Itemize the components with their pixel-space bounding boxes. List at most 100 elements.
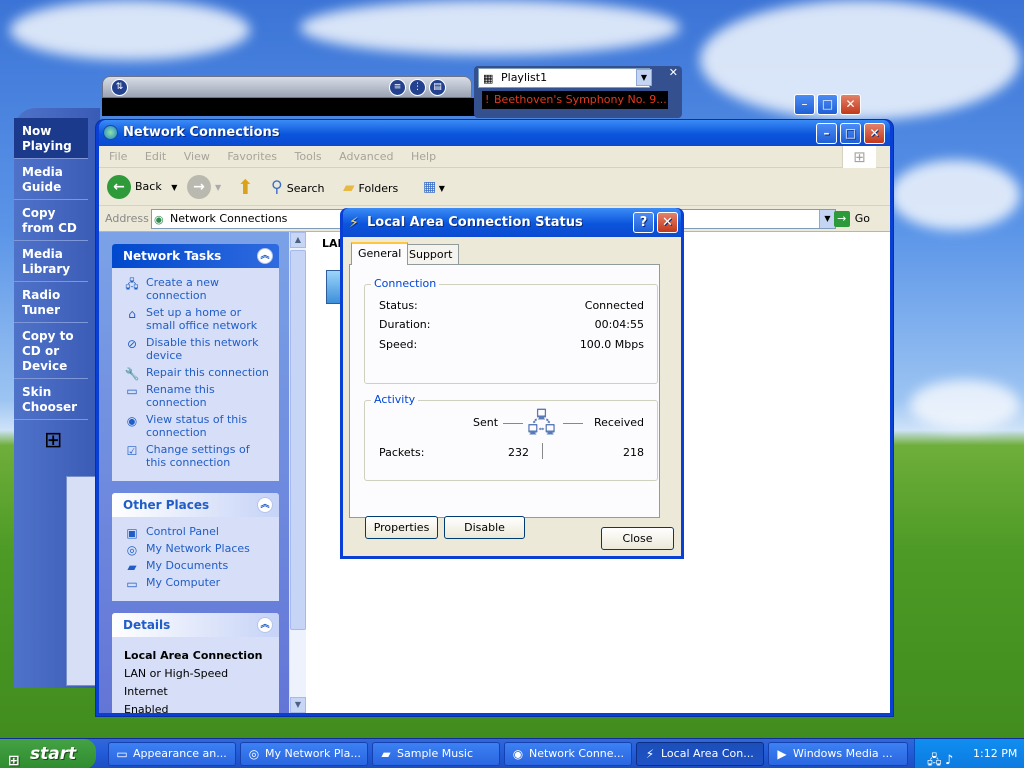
properties-button[interactable]: Properties — [365, 516, 438, 539]
task-network-connections[interactable]: ◉ Network Conne... — [504, 742, 632, 766]
maximize-icon[interactable]: □ — [817, 94, 838, 115]
nav-copy-to-cd[interactable]: Copy to CD or Device — [14, 323, 88, 379]
place-label: My Network Places — [146, 542, 250, 555]
task-change-settings[interactable]: ☑ Change settings of this connection — [124, 443, 273, 469]
network-tasks-header[interactable]: Network Tasks ︽ — [112, 244, 279, 268]
menu-tools[interactable]: Tools — [295, 146, 322, 168]
task-label: Appearance an... — [133, 747, 227, 760]
vertical-scrollbar[interactable]: ▲ ▼ — [289, 232, 306, 713]
menu-edit[interactable]: Edit — [145, 146, 166, 168]
back-arrow-icon: ← — [107, 175, 131, 199]
status-label: Status: — [379, 299, 418, 312]
system-tray: 🖧 ♪ 1:12 PM — [914, 739, 1024, 768]
collapse-icon[interactable]: ︽ — [257, 497, 273, 513]
network-tray-icon[interactable]: 🖧 — [927, 746, 942, 768]
address-dropdown-icon[interactable]: ▼ — [819, 210, 835, 228]
task-local-area-connection[interactable]: ⚡ Local Area Con... — [636, 742, 764, 766]
media-player-icon: ▶ — [777, 747, 787, 761]
network-places-icon: ◎ — [126, 543, 138, 557]
close-button[interactable]: Close — [601, 527, 674, 550]
place-my-network-places[interactable]: ◎ My Network Places — [124, 542, 273, 557]
dropdown-arrow-icon[interactable]: ▼ — [171, 183, 177, 192]
help-icon[interactable]: ? — [633, 212, 654, 233]
minimize-icon[interactable]: – — [794, 94, 815, 115]
nav-radio-tuner[interactable]: Radio Tuner — [14, 282, 88, 323]
playlist-track[interactable]: ! Beethoven's Symphony No. 9... — [482, 91, 668, 109]
close-icon[interactable]: ✕ — [864, 123, 885, 144]
menu-favorites[interactable]: Favorites — [227, 146, 277, 168]
forward-button[interactable]: → ▼ — [187, 174, 221, 200]
up-button[interactable]: ⬆ — [237, 174, 254, 200]
task-view-status[interactable]: ◉ View status of this connection — [124, 413, 273, 439]
tab-general[interactable]: General — [351, 242, 409, 265]
playlist-close-icon[interactable]: ✕ — [669, 66, 678, 79]
media-player-display — [102, 98, 482, 116]
nav-media-guide[interactable]: Media Guide — [14, 159, 88, 200]
details-header[interactable]: Details ︽ — [112, 613, 279, 637]
media-player-titlebar[interactable]: ⇅ ≡ ⋮ ▤ — [102, 76, 472, 98]
tab-support[interactable]: Support — [402, 244, 460, 264]
dialog-titlebar[interactable]: ⚡ Local Area Connection Status ? ✕ — [343, 208, 681, 237]
folders-button[interactable]: ▰ Folders — [343, 174, 398, 200]
close-icon[interactable]: ✕ — [840, 94, 861, 115]
visualizer-icon[interactable]: ≡ — [389, 79, 406, 96]
network-icon: ◉ — [154, 213, 164, 226]
start-button[interactable]: ⊞ start — [0, 739, 96, 768]
task-create-connection[interactable]: 🖧 Create a new connection — [124, 276, 273, 302]
speed-value: 100.0 Mbps — [579, 338, 644, 351]
nav-now-playing[interactable]: Now Playing — [14, 118, 88, 159]
menu-view[interactable]: View — [184, 146, 210, 168]
equalizer-icon[interactable]: ⋮ — [409, 79, 426, 96]
task-home-network[interactable]: ⌂ Set up a home or small office network — [124, 306, 273, 332]
playlist-view-icon[interactable]: ▤ — [429, 79, 446, 96]
nav-media-library[interactable]: Media Library — [14, 241, 88, 282]
place-my-documents[interactable]: ▰ My Documents — [124, 559, 273, 574]
task-sample-music[interactable]: ▰ Sample Music — [372, 742, 500, 766]
lan-icon: ⚡ — [645, 747, 655, 761]
windows-logo-icon: ⊞ — [44, 428, 63, 453]
close-icon[interactable]: ✕ — [657, 212, 678, 233]
clock[interactable]: 1:12 PM — [973, 739, 1017, 768]
place-control-panel[interactable]: ▣ Control Panel — [124, 525, 273, 540]
task-label: Set up a home or small office network — [146, 306, 258, 332]
scroll-down-icon[interactable]: ▼ — [290, 697, 306, 713]
task-appearance[interactable]: ▭ Appearance an... — [108, 742, 236, 766]
scroll-up-icon[interactable]: ▲ — [290, 232, 306, 248]
task-label: Change settings of this connection — [146, 443, 250, 469]
menu-help[interactable]: Help — [411, 146, 436, 168]
task-rename[interactable]: ▭ Rename this connection — [124, 383, 273, 409]
go-button[interactable]: → Go — [833, 211, 870, 227]
menu-file[interactable]: File — [109, 146, 127, 168]
details-name: Local Area Connection — [124, 649, 263, 662]
views-button[interactable]: ▦ ▼ — [423, 174, 445, 200]
scroll-thumb[interactable] — [290, 250, 306, 630]
media-player-caption-buttons: – □ ✕ — [784, 94, 864, 116]
playlist-dropdown-icon[interactable]: ▼ — [636, 69, 652, 86]
forward-arrow-icon: → — [187, 175, 211, 199]
maximize-icon[interactable]: □ — [840, 123, 861, 144]
volume-tray-icon[interactable]: ♪ — [945, 746, 953, 768]
task-my-network-places[interactable]: ◎ My Network Pla... — [240, 742, 368, 766]
collapse-icon[interactable]: ︽ — [257, 248, 273, 264]
search-icon: ⚲ — [271, 177, 283, 196]
place-my-computer[interactable]: ▭ My Computer — [124, 576, 273, 591]
minimize-icon[interactable]: – — [816, 123, 837, 144]
explorer-titlebar[interactable]: Network Connections – □ ✕ — [99, 120, 890, 146]
nav-copy-from-cd[interactable]: Copy from CD — [14, 200, 88, 241]
task-repair[interactable]: 🔧 Repair this connection — [124, 366, 273, 381]
search-label: Search — [286, 182, 325, 195]
menu-advanced[interactable]: Advanced — [339, 146, 393, 168]
collapse-icon[interactable]: ︽ — [257, 617, 273, 633]
address-value: Network Connections — [170, 212, 288, 225]
task-disable-device[interactable]: ⊘ Disable this network device — [124, 336, 273, 362]
playlist-icon: ▦ — [483, 72, 494, 85]
nav-skin-chooser[interactable]: Skin Chooser — [14, 379, 88, 420]
disable-button[interactable]: Disable — [444, 516, 525, 539]
task-windows-media-player[interactable]: ▶ Windows Media ... — [768, 742, 908, 766]
search-button[interactable]: ⚲ Search — [271, 174, 325, 200]
status-icon: ◉ — [126, 414, 138, 428]
back-button[interactable]: ← Back ▼ — [107, 174, 177, 200]
other-places-header[interactable]: Other Places ︽ — [112, 493, 279, 517]
playlist-select[interactable]: ▦ Playlist1 — [478, 68, 650, 88]
chevron-icon[interactable]: ⇅ — [111, 79, 128, 96]
